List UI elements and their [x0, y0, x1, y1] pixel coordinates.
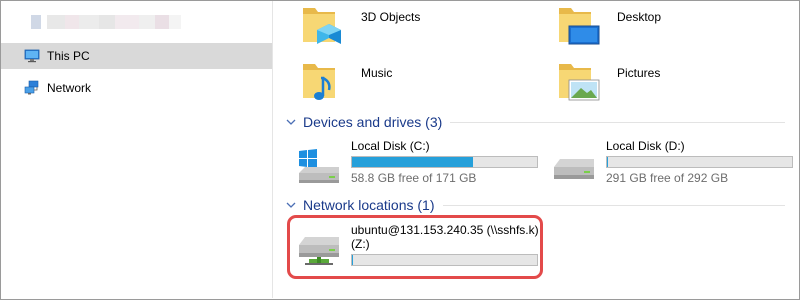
drive-name: Local Disk (D:) — [606, 139, 685, 153]
redacted-nav-item — [31, 15, 181, 29]
hard-drive-icon — [554, 159, 594, 179]
group-title: Network locations (1) — [303, 197, 435, 213]
drive-free-space: 58.8 GB free of 171 GB — [351, 171, 477, 185]
desktop-folder-icon — [559, 8, 600, 45]
drive-free-space: 291 GB free of 292 GB — [606, 171, 729, 185]
group-title: Devices and drives (3) — [303, 114, 443, 130]
drive-usage-fill — [352, 157, 474, 167]
group-header-devices[interactable]: Devices and drives (3) — [285, 114, 785, 130]
sidebar-item-this-pc[interactable]: This PC — [1, 43, 272, 69]
chevron-down-icon — [286, 119, 296, 125]
navigation-pane: This PC Network — [1, 1, 273, 298]
sidebar-item-label: Network — [47, 81, 92, 95]
3d-objects-folder-icon — [303, 8, 341, 44]
group-divider — [442, 204, 785, 206]
pictures-folder-icon — [559, 64, 600, 101]
sidebar-item-network[interactable]: Network — [1, 75, 272, 101]
folder-tile-desktop[interactable]: Desktop — [555, 2, 661, 50]
group-divider — [450, 121, 785, 123]
drive-usage-bar — [351, 156, 538, 168]
drive-tile-d[interactable]: Local Disk (D:) 291 GB free of 292 GB — [550, 139, 793, 187]
folder-tile-pictures[interactable]: Pictures — [555, 58, 660, 106]
drive-usage-fill — [607, 157, 608, 167]
folder-name: Music — [361, 66, 393, 80]
drive-tile-c[interactable]: Local Disk (C:) 58.8 GB free of 171 GB — [295, 139, 538, 187]
folder-tile-3d-objects[interactable]: 3D Objects — [299, 2, 420, 50]
folder-tile-music[interactable]: Music — [299, 58, 392, 106]
windows-drive-icon — [299, 149, 339, 183]
folder-name: 3D Objects — [361, 10, 421, 24]
group-header-network[interactable]: Network locations (1) — [285, 197, 785, 213]
computer-icon — [24, 49, 40, 63]
drive-usage-bar — [606, 156, 793, 168]
folder-name: Desktop — [617, 10, 662, 24]
network-icon — [24, 80, 39, 95]
chevron-down-icon — [286, 202, 296, 208]
highlight-annotation — [287, 215, 543, 279]
folder-name: Pictures — [617, 66, 661, 80]
drive-name: Local Disk (C:) — [351, 139, 430, 153]
music-folder-icon — [303, 64, 335, 100]
sidebar-item-label: This PC — [47, 49, 90, 63]
